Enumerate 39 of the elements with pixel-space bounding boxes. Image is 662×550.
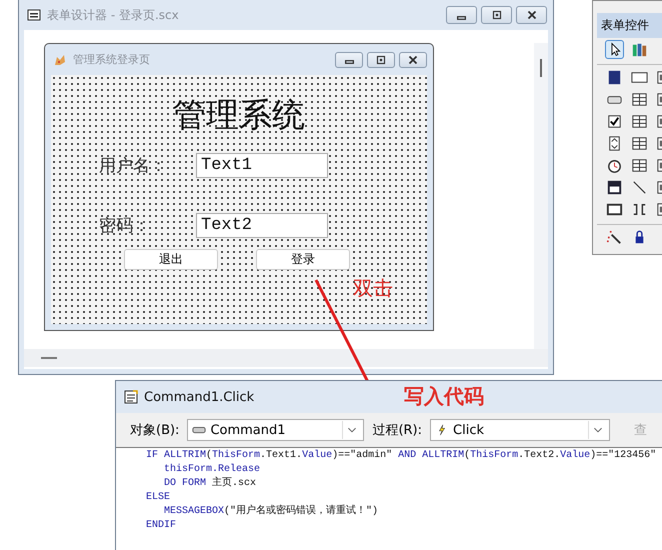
field-label: 密码：: [99, 214, 151, 236]
code-line: ELSE: [146, 491, 172, 505]
code-line: IF ALLTRIM(ThisForm.Text1.Value)=="admin" AND ALLTRIM(ThisForm.Text2.Value)=="123456": [146, 449, 656, 463]
button-shape-icon: [192, 424, 206, 436]
minimize-icon: [457, 16, 466, 20]
control-icon[interactable]: [605, 178, 624, 197]
maximize-button[interactable]: [367, 52, 395, 68]
object-dropdown[interactable]: Command1: [187, 419, 364, 441]
minimize-icon: [344, 60, 354, 64]
code-icon: [124, 390, 138, 404]
annotation-text: 双击: [353, 275, 393, 302]
vertical-scrollbar[interactable]: [534, 43, 548, 349]
command-button[interactable]: 登录: [256, 249, 350, 270]
procedure-label: 过程(R):: [372, 422, 422, 439]
field-label: 用户名：: [99, 154, 168, 176]
annotation-text: 写入代码: [404, 383, 484, 410]
minimize-button[interactable]: [446, 6, 477, 24]
close-icon: [406, 54, 420, 66]
code-line: thisForm.Release: [163, 463, 262, 476]
text-field[interactable]: Text1: [196, 152, 328, 178]
pointer-icon[interactable]: [605, 40, 624, 59]
window-title: 表单设计器 - 登录页.scx: [47, 6, 179, 24]
code-line: MESSAGEBOX("用户名或密码错误，请重试！"): [163, 505, 380, 519]
toolbox-title: 表单控件: [597, 13, 662, 38]
close-button[interactable]: [516, 6, 547, 24]
command-button[interactable]: 退出: [124, 249, 218, 270]
form-icon: [27, 8, 41, 22]
maximize-icon: [374, 54, 388, 66]
object-label: 对象(B):: [130, 422, 180, 439]
minimize-button[interactable]: [335, 52, 363, 68]
form-heading: 管理系统: [172, 94, 306, 136]
form-title: 管理系统登录页: [73, 52, 150, 67]
maximize-button[interactable]: [481, 6, 512, 24]
window-title: Command1.Click: [144, 390, 254, 404]
code-line: ENDIF: [146, 519, 178, 533]
procedure-dropdown[interactable]: Click: [430, 419, 610, 441]
close-button[interactable]: [399, 52, 427, 68]
code-line: DO FORM 主页.scx: [163, 477, 258, 491]
text-field[interactable]: Text2: [196, 212, 328, 238]
